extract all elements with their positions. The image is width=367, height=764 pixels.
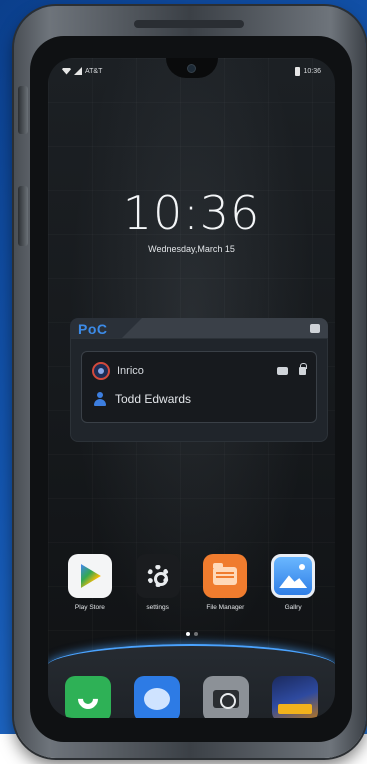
phone-top-grille	[134, 20, 244, 28]
wifi-icon	[62, 67, 71, 75]
dock-row	[48, 676, 335, 718]
handset-shape	[74, 684, 103, 714]
poc-user-row[interactable]: Todd Edwards	[92, 388, 306, 410]
camera-shape	[212, 690, 239, 709]
lock-icon[interactable]	[299, 363, 307, 375]
app-gallery[interactable]: Gallry	[262, 554, 324, 611]
app-row: Play Store settings File Manager Gallry	[48, 554, 335, 611]
gear-shape	[146, 565, 169, 587]
camera-icon[interactable]	[202, 676, 249, 718]
bubble-shape	[144, 688, 171, 710]
menu-icon[interactable]	[310, 324, 320, 333]
app-settings[interactable]: settings	[127, 554, 189, 611]
page-dot-active	[185, 632, 190, 636]
page-indicator	[48, 632, 335, 636]
game-badge	[277, 704, 312, 714]
poc-group-row[interactable]: Inrico	[92, 360, 307, 382]
phone-icon[interactable]	[65, 676, 112, 718]
play-triangle	[80, 564, 101, 588]
poc-widget[interactable]: PoC Inrico Todd Edwards	[70, 318, 328, 442]
app-label: File Manager	[206, 604, 245, 611]
app-file-manager[interactable]: File Manager	[194, 554, 256, 611]
volume-button	[18, 86, 28, 134]
poc-user-name: Todd Edwards	[115, 392, 192, 406]
home-screen: AT&T 10:36 10:36 Wednesday,March 15 PoC	[48, 58, 335, 718]
mountain-shape	[279, 575, 308, 588]
side-key	[18, 186, 28, 246]
status-time: 10:36	[303, 67, 321, 75]
clock-date: Wednesday,March 15	[148, 244, 235, 254]
poc-widget-body: Inrico Todd Edwards	[70, 338, 328, 442]
gear-icon[interactable]	[135, 554, 180, 598]
phone-device: AT&T 10:36 10:36 Wednesday,March 15 PoC	[14, 6, 366, 758]
sun-shape	[299, 564, 306, 570]
signal-icon	[74, 67, 82, 75]
app-play-store[interactable]: Play Store	[59, 554, 121, 611]
chat-icon[interactable]	[277, 367, 288, 375]
phone-bezel: AT&T 10:36 10:36 Wednesday,March 15 PoC	[30, 36, 352, 742]
poc-channel-card[interactable]: Inrico Todd Edwards	[81, 351, 317, 423]
folder-shape	[213, 563, 238, 585]
battery-icon	[295, 66, 301, 76]
clock-time[interactable]: 10:36	[48, 186, 335, 240]
status-bar: AT&T 10:36	[62, 64, 321, 78]
app-label: Gallry	[284, 604, 302, 611]
messages-icon[interactable]	[134, 676, 181, 718]
app-label: settings	[146, 604, 169, 611]
carrier-label: AT&T	[85, 67, 103, 75]
status-right: 10:36	[295, 66, 321, 76]
poc-widget-header	[120, 318, 328, 340]
page-dot	[193, 632, 198, 636]
app-label: Play Store	[74, 604, 105, 611]
poc-widget-title: PoC	[78, 321, 108, 337]
group-icon	[92, 362, 110, 380]
status-left: AT&T	[62, 67, 102, 75]
game-icon[interactable]	[271, 676, 318, 718]
play-store-icon[interactable]	[67, 554, 112, 598]
user-icon	[92, 391, 108, 407]
folder-icon[interactable]	[203, 554, 248, 598]
gallery-icon[interactable]	[271, 554, 316, 598]
poc-group-name: Inrico	[117, 365, 144, 377]
dock	[48, 644, 335, 718]
